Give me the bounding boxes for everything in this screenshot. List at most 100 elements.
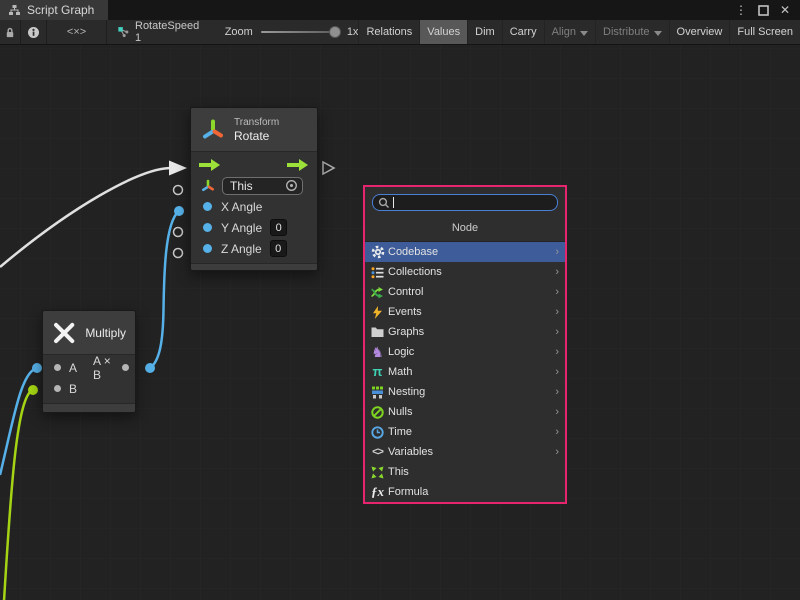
close-button[interactable]: ✕ <box>776 1 794 19</box>
chevron-right-icon: › <box>555 326 559 338</box>
finder-item-nulls[interactable]: Nulls › <box>365 402 565 422</box>
multiply-node-header: Multiply <box>43 311 135 355</box>
finder-item-events[interactable]: Events › <box>365 302 565 322</box>
overview-button[interactable]: Overview <box>669 20 730 44</box>
xangle-label: X Angle <box>221 200 262 214</box>
tab-title: Script Graph <box>27 3 94 17</box>
lightning-bolt-icon <box>370 305 385 319</box>
zangle-input-dot[interactable] <box>203 244 212 253</box>
output-dot[interactable] <box>122 364 129 371</box>
branch-arrows-icon <box>370 285 385 299</box>
xangle-row: X Angle <box>191 196 317 217</box>
zoom-slider[interactable] <box>261 31 339 33</box>
xangle-input-dot[interactable] <box>203 202 212 211</box>
chevron-right-icon: › <box>555 406 559 418</box>
finder-item-this[interactable]: This <box>365 462 565 482</box>
graph-canvas[interactable]: Transform Rotate <box>0 45 800 600</box>
carry-button[interactable]: Carry <box>502 20 544 44</box>
node-footer <box>191 263 317 270</box>
tab-script-graph[interactable]: Script Graph <box>0 0 108 20</box>
lock-icon <box>4 26 16 39</box>
finder-search-input[interactable] <box>372 194 558 211</box>
flow-input-arrow-icon[interactable] <box>199 159 221 171</box>
chevron-right-icon: › <box>555 266 559 278</box>
maximize-button[interactable] <box>754 1 772 19</box>
zangle-value-field[interactable]: 0 <box>270 240 287 257</box>
finder-item-codebase[interactable]: Codebase › <box>365 242 565 262</box>
text-cursor <box>393 197 394 208</box>
info-button[interactable] <box>21 20 46 44</box>
close-icon: ✕ <box>780 3 790 17</box>
finder-item-logic[interactable]: ♞ Logic › <box>365 342 565 362</box>
angle-brackets-icon: <> <box>370 445 385 459</box>
dropdown-caret-icon <box>580 31 588 36</box>
node-category: Transform <box>234 116 279 129</box>
this-cross-icon <box>370 465 385 479</box>
folder-icon <box>370 325 385 339</box>
graph-ref-label: RotateSpeed 1 <box>135 20 201 44</box>
transform-axes-icon <box>201 118 225 142</box>
b-port-connection-dot[interactable] <box>28 385 38 395</box>
clock-icon <box>370 425 385 439</box>
a-row: A A × B <box>43 357 135 378</box>
control-flow-wire[interactable] <box>0 168 170 267</box>
multiply-output-connection-dot[interactable] <box>145 363 155 373</box>
pi-icon: π <box>370 365 385 379</box>
this-field-value: This <box>230 179 285 193</box>
xangle-port-dot[interactable] <box>174 206 184 216</box>
graph-icon <box>8 4 21 17</box>
align-dropdown[interactable]: Align <box>544 20 595 44</box>
b-input-dot[interactable] <box>54 385 61 392</box>
multiply-node[interactable]: Multiply A A × B B <box>42 310 136 413</box>
search-icon <box>378 197 390 209</box>
node-title: Rotate <box>234 129 279 143</box>
distribute-dropdown[interactable]: Distribute <box>595 20 668 44</box>
yangle-value-field[interactable]: 0 <box>270 219 287 236</box>
edit-code-button[interactable]: <×> <box>47 20 108 44</box>
values-button[interactable]: Values <box>419 20 467 44</box>
zoom-value: 1x <box>347 26 359 38</box>
fx-icon: ƒx <box>370 485 385 499</box>
yangle-input-dot[interactable] <box>203 223 212 232</box>
this-port-circle[interactable] <box>174 186 183 195</box>
object-picker-icon[interactable] <box>285 179 298 192</box>
fullscreen-button[interactable]: Full Screen <box>729 20 800 44</box>
finder-item-time[interactable]: Time › <box>365 422 565 442</box>
finder-item-nesting[interactable]: Nesting › <box>365 382 565 402</box>
zangle-label: Z Angle <box>221 242 262 256</box>
dim-button[interactable]: Dim <box>467 20 502 44</box>
chevron-right-icon: › <box>555 426 559 438</box>
maximize-icon <box>758 5 769 16</box>
this-object-field[interactable]: This <box>222 177 303 195</box>
b-label: B <box>69 382 77 396</box>
multiply-x-icon <box>52 320 76 346</box>
info-icon <box>27 26 40 39</box>
a-input-dot[interactable] <box>54 364 61 371</box>
finder-item-math[interactable]: π Math › <box>365 362 565 382</box>
rotate-node[interactable]: Transform Rotate <box>190 107 318 271</box>
knight-icon: ♞ <box>370 345 385 359</box>
finder-item-graphs[interactable]: Graphs › <box>365 322 565 342</box>
window-menu-button[interactable]: ⋮ <box>732 1 750 19</box>
finder-item-collections[interactable]: Collections › <box>365 262 565 282</box>
finder-item-formula[interactable]: ƒx Formula <box>365 482 565 502</box>
list-icon <box>370 265 385 279</box>
lock-button[interactable] <box>0 20 21 44</box>
flow-output-arrow-icon[interactable] <box>287 159 309 171</box>
finder-item-variables[interactable]: <> Variables › <box>365 442 565 462</box>
relations-button[interactable]: Relations <box>358 20 419 44</box>
finder-item-control[interactable]: Control › <box>365 282 565 302</box>
graph-toolbar: <×> RotateSpeed 1 Zoom 1x Relations Valu… <box>0 20 800 45</box>
a-label: A <box>69 361 77 375</box>
a-port-connection-dot[interactable] <box>32 363 42 373</box>
flow-output-triangle[interactable] <box>323 162 334 174</box>
incoming-a-wire[interactable] <box>0 368 37 475</box>
zoom-slider-handle[interactable] <box>329 26 341 38</box>
graph-ref-icon <box>117 25 130 39</box>
zangle-port-circle[interactable] <box>174 249 183 258</box>
graph-reference[interactable]: RotateSpeed 1 <box>107 20 210 44</box>
output-label: A × B <box>93 354 114 382</box>
incoming-b-wire[interactable] <box>4 390 33 600</box>
yangle-port-circle[interactable] <box>174 228 183 237</box>
dropdown-caret-icon <box>654 31 662 36</box>
